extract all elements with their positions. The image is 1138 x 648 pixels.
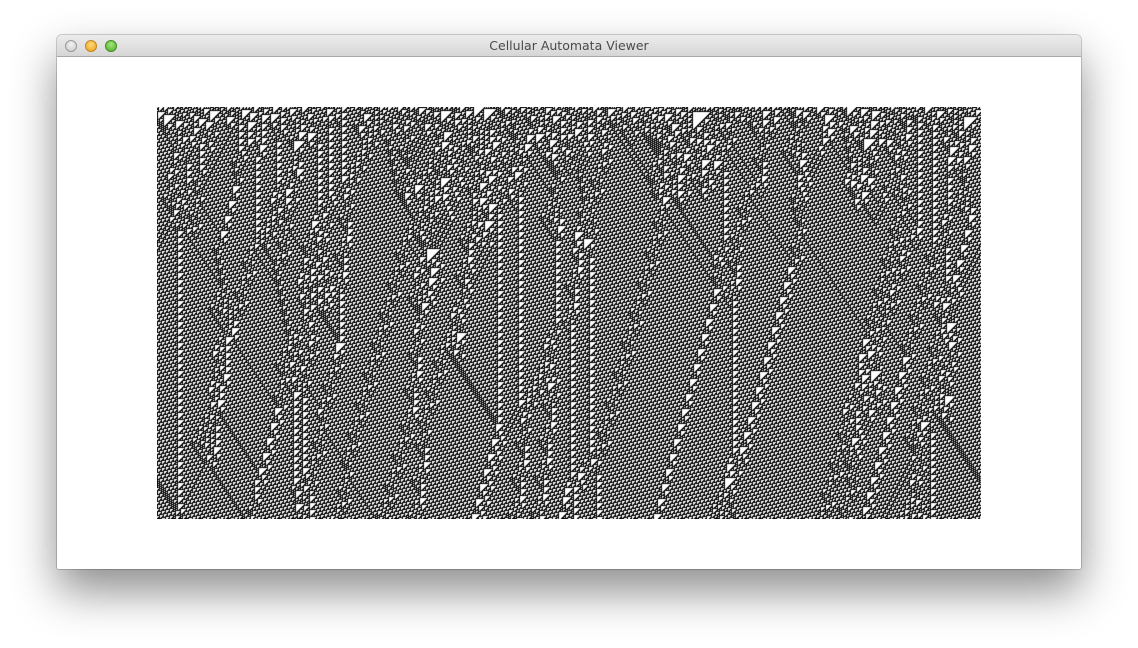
app-window: Cellular Automata Viewer [57,35,1081,569]
automaton-grid [157,107,981,519]
title-bar[interactable]: Cellular Automata Viewer [57,35,1081,57]
viewer-content [57,57,1081,569]
window-title: Cellular Automata Viewer [489,38,649,53]
